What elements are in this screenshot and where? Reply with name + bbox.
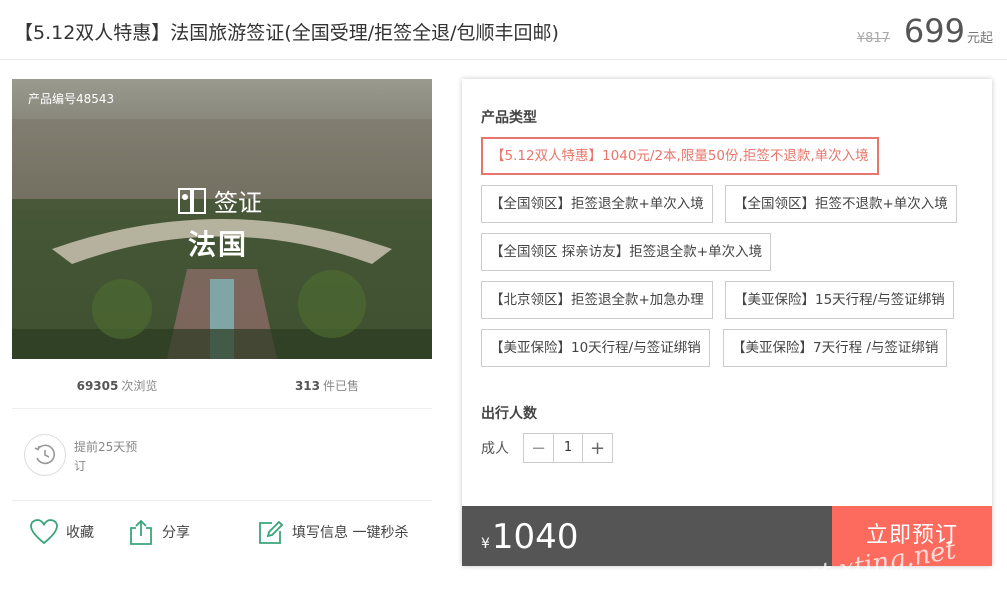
clock-icon-circle — [24, 434, 66, 476]
views-stat: 69305 次浏览 — [12, 367, 222, 408]
edit-icon — [259, 520, 284, 544]
passport-icon — [178, 187, 206, 214]
adult-label: 成人 — [481, 441, 509, 457]
destination-country: 法国 — [188, 228, 249, 261]
product-summary: 产品编号48543 签证 法国 69305次浏览 313件已售 提前25天预 — [12, 79, 432, 545]
divider — [12, 500, 432, 501]
product-hero-image: 产品编号48543 签证 法国 — [12, 79, 432, 359]
sold-label: 件已售 — [323, 379, 360, 393]
product-option-7[interactable]: 【美亚保险】10天行程/与签证绑销 — [481, 329, 710, 367]
product-type-label: 产品类型 — [481, 110, 537, 126]
product-option-1[interactable]: 【5.12双人特惠】1040元/2本,限量50份,拒签不退款,单次入境 — [481, 137, 879, 175]
share-label: 分享 — [162, 525, 190, 541]
views-label: 次浏览 — [121, 379, 158, 393]
heart-icon — [30, 519, 58, 545]
currency-symbol: ¥ — [481, 536, 490, 552]
price-suffix: 元起 — [966, 31, 993, 46]
adult-quantity-row: 成人 − 1 + — [481, 433, 613, 463]
action-bar: 收藏 分享 填写信息 一键秒杀 — [30, 519, 408, 545]
visa-badge: 签证 — [178, 183, 262, 218]
share-button[interactable]: 分享 — [128, 519, 190, 545]
decrement-button[interactable]: − — [524, 434, 553, 462]
product-option-8[interactable]: 【美亚保险】7天行程 /与签证绑销 — [723, 329, 948, 367]
product-option-3[interactable]: 【全国领区】拒签不退款+单次入境 — [725, 185, 957, 223]
page-title: 【5.12双人特惠】法国旅游签证(全国受理/拒签全退/包顺丰回邮) — [14, 22, 559, 44]
product-stats: 69305 次浏览 313 件已售 — [12, 367, 432, 409]
quantity-stepper: − 1 + — [523, 433, 613, 463]
total-price: ¥ 1040 — [462, 506, 832, 566]
sold-count: 313 — [294, 379, 321, 393]
favorite-label: 收藏 — [66, 525, 94, 541]
product-option-4[interactable]: 【全国领区 探亲访友】拒签退全款+单次入境 — [481, 233, 772, 271]
visa-badge-label: 签证 — [214, 189, 262, 217]
travelers-label: 出行人数 — [481, 406, 537, 422]
page-header: 【5.12双人特惠】法国旅游签证(全国受理/拒签全退/包顺丰回邮) ¥817 6… — [0, 0, 1007, 60]
sold-stat: 313 件已售 — [222, 367, 432, 408]
paris-aerial-photo — [12, 79, 432, 359]
quantity-input[interactable]: 1 — [553, 434, 583, 462]
total-amount: 1040 — [491, 517, 579, 557]
views-count: 69305 — [76, 379, 119, 393]
booking-panel: 产品类型 【5.12双人特惠】1040元/2本,限量50份,拒签不退款,单次入境… — [462, 79, 992, 566]
increment-button[interactable]: + — [583, 434, 612, 462]
current-price: 699 — [903, 12, 965, 50]
favorite-button[interactable]: 收藏 — [30, 519, 94, 545]
clock-history-icon — [34, 444, 56, 465]
product-option-2[interactable]: 【全国领区】拒签退全款+单次入境 — [481, 185, 713, 223]
product-option-6[interactable]: 【美亚保险】15天行程/与签证绑销 — [725, 281, 954, 319]
share-icon — [130, 519, 152, 545]
fill-info-button[interactable]: 填写信息 一键秒杀 — [258, 519, 408, 545]
advance-booking-text: 提前25天预订 — [74, 440, 138, 473]
original-price: ¥817 — [856, 31, 890, 46]
product-number: 产品编号48543 — [28, 92, 115, 106]
advance-booking: 提前25天预订 — [24, 434, 144, 476]
price-block: ¥817 699 元起 — [857, 12, 993, 50]
product-option-5[interactable]: 【北京领区】拒签退全款+加急办理 — [481, 281, 713, 319]
fill-info-label: 填写信息 一键秒杀 — [292, 525, 409, 541]
